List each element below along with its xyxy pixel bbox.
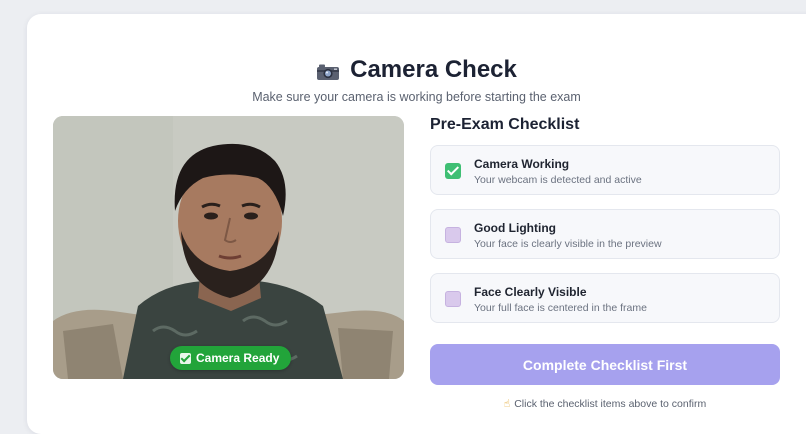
checklist-item-label: Camera Working (474, 157, 570, 171)
camera-check-card: Camera Check Make sure your camera is wo… (27, 14, 806, 434)
webcam-feed-image (53, 116, 404, 379)
checklist-item-label: Face Clearly Visible (474, 285, 587, 299)
camera-preview: Camera Ready (53, 116, 404, 379)
page-subtitle: Make sure your camera is working before … (252, 90, 581, 104)
checkbox-checked-icon[interactable] (445, 163, 461, 179)
checkmark-icon (180, 352, 191, 364)
camera-icon (316, 63, 340, 81)
camera-ready-label: Camera Ready (196, 351, 280, 365)
checklist-item-face-visible[interactable]: Face Clearly Visible Your full face is c… (430, 273, 780, 323)
camera-ready-badge: Camera Ready (170, 346, 292, 370)
checklist-hint: ☝ Click the checklist items above to conf… (430, 398, 780, 410)
checkbox-unchecked-icon[interactable] (445, 291, 461, 307)
checkbox-unchecked-icon[interactable] (445, 227, 461, 243)
checklist-title: Pre-Exam Checklist (430, 116, 580, 133)
page-title: Camera Check (350, 56, 517, 83)
checklist-item-description: Your face is clearly visible in the prev… (474, 238, 662, 250)
checklist-item-camera-working[interactable]: Camera Working Your webcam is detected a… (430, 145, 780, 195)
checklist-item-description: Your full face is centered in the frame (474, 302, 647, 314)
complete-checklist-button[interactable]: Complete Checklist First (430, 344, 780, 385)
hint-text: Click the checklist items above to confi… (514, 398, 707, 410)
checklist-item-good-lighting[interactable]: Good Lighting Your face is clearly visib… (430, 209, 780, 259)
checklist-item-description: Your webcam is detected and active (474, 174, 642, 186)
pointing-finger-icon: ☝ (503, 398, 511, 410)
header: Camera Check (27, 56, 806, 84)
checklist-item-label: Good Lighting (474, 221, 556, 235)
